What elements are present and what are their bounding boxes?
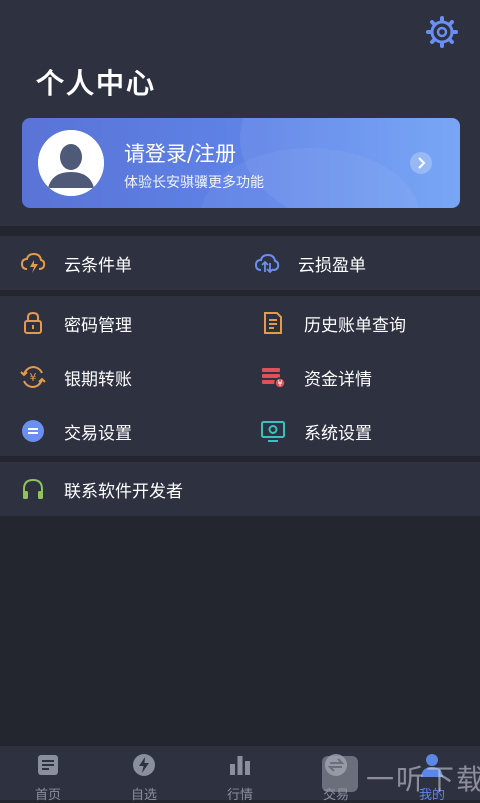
tab-watchlist[interactable]: 自选	[114, 750, 174, 803]
menu-item-label: 密码管理	[64, 315, 132, 336]
menu-item-bank-futures-transfer[interactable]: ¥ 银期转账	[20, 357, 132, 397]
watermark-logo	[322, 756, 358, 792]
watermark-text: 一听下载	[366, 763, 480, 796]
menu-item-label: 交易设置	[64, 423, 132, 444]
gear-icon[interactable]	[426, 16, 458, 48]
menu-item-system-settings[interactable]: 系统设置	[260, 411, 372, 451]
menu-item-history-bill-query[interactable]: 历史账单查询	[260, 303, 406, 343]
lightning-icon	[133, 754, 155, 776]
tab-label: 行情	[226, 788, 253, 803]
tab-label: 自选	[130, 788, 157, 803]
login-subtitle: 体验长安骐骥更多功能	[124, 175, 264, 191]
headphones-icon	[20, 476, 46, 502]
yuan-exchange-icon: ¥	[20, 364, 46, 390]
cloud-arrows-icon	[254, 250, 280, 276]
menu-item-fund-details[interactable]: ¥ 资金详情	[260, 357, 372, 397]
bar-chart-icon	[230, 756, 250, 775]
menu-item-label: 云条件单	[64, 255, 132, 276]
tools-section: 密码管理 历史账单查询 ¥ 银期转账 ¥ 资金详情 交易设置 系统设置	[0, 296, 480, 456]
system-settings-icon	[260, 418, 286, 444]
chevron-right-icon[interactable]	[410, 152, 432, 174]
menu-item-cloud-stop-profit-order[interactable]: 云损盈单	[254, 243, 366, 283]
funds-icon: ¥	[260, 364, 286, 390]
trade-settings-icon	[20, 418, 46, 444]
login-title[interactable]: 请登录/注册	[124, 138, 236, 168]
menu-item-label: 系统设置	[304, 423, 372, 444]
user-silhouette-icon	[38, 130, 104, 196]
svg-text:¥: ¥	[277, 379, 282, 388]
menu-item-trade-settings[interactable]: 交易设置	[20, 411, 132, 451]
menu-item-password-management[interactable]: 密码管理	[20, 303, 132, 343]
tab-market[interactable]: 行情	[210, 750, 270, 803]
lock-icon	[20, 310, 46, 336]
menu-item-label: 历史账单查询	[304, 315, 406, 336]
svg-text:¥: ¥	[30, 371, 37, 384]
avatar[interactable]	[38, 130, 104, 196]
menu-item-label: 云损盈单	[298, 255, 366, 276]
bill-icon	[260, 310, 286, 336]
page-title: 个人中心	[36, 67, 157, 100]
watermark: 一听下载	[320, 752, 480, 798]
menu-item-contact-developer[interactable]: 联系软件开发者	[20, 469, 183, 509]
contact-section: 联系软件开发者	[0, 462, 480, 516]
menu-item-label: 联系软件开发者	[64, 481, 183, 502]
profile-header: 个人中心 请登录/注册 体验长安骐骥更多功能	[0, 0, 480, 226]
login-card[interactable]: 请登录/注册 体验长安骐骥更多功能	[22, 118, 460, 208]
cloud-orders-section: 云条件单 云损盈单	[0, 236, 480, 290]
home-icon	[38, 755, 58, 775]
menu-item-label: 银期转账	[64, 369, 132, 390]
cloud-lightning-icon	[20, 250, 46, 276]
menu-item-label: 资金详情	[304, 369, 372, 390]
tab-label: 首页	[34, 788, 61, 803]
menu-item-cloud-conditional-order[interactable]: 云条件单	[20, 243, 132, 283]
tab-home[interactable]: 首页	[18, 750, 78, 803]
